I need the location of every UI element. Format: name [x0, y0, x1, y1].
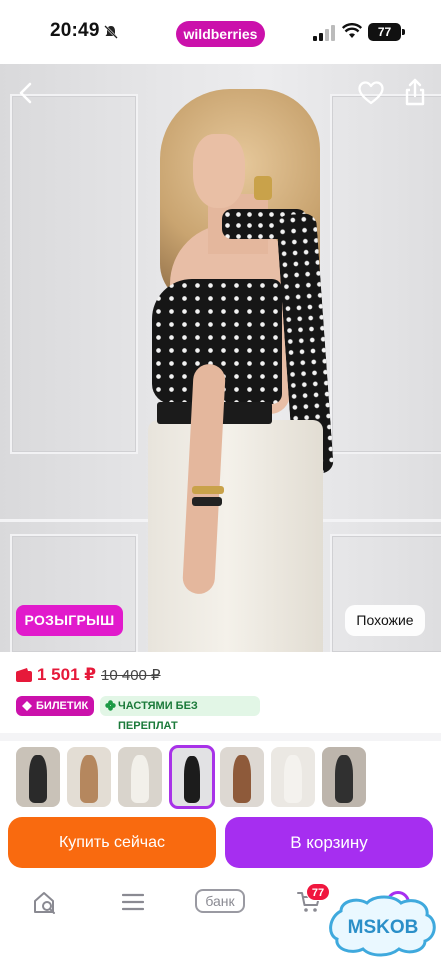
battery-tip — [402, 29, 405, 35]
variant-thumbnail[interactable] — [67, 747, 111, 807]
product-image[interactable]: РОЗЫГРЫШ Похожие — [0, 64, 441, 652]
section-divider — [0, 733, 441, 741]
app-pill[interactable]: wildberries — [176, 21, 265, 47]
variant-figure — [80, 755, 98, 804]
old-price: 10 400 ₽ — [101, 667, 161, 684]
variant-figure — [131, 755, 149, 804]
heart-icon[interactable] — [357, 79, 385, 107]
variant-thumbnail[interactable] — [118, 747, 162, 807]
gold-bracelet — [192, 486, 224, 494]
variant-thumbnail[interactable] — [220, 747, 264, 807]
variant-figure — [335, 755, 353, 804]
back-arrow-icon[interactable] — [14, 80, 40, 106]
installment-tag[interactable]: ЧАСТЯМИ БЕЗ ПЕРЕПЛАТ — [100, 696, 260, 732]
buy-now-button[interactable]: Купить сейчас — [8, 817, 216, 868]
battery-icon: 77 — [368, 23, 401, 41]
model-earring — [254, 176, 272, 200]
catalog-icon[interactable] — [122, 890, 144, 914]
wallet-icon — [16, 668, 32, 682]
signal-icon — [313, 25, 335, 41]
variant-thumbnail-selected[interactable] — [169, 745, 215, 809]
variant-figure — [29, 755, 47, 804]
ticket-icon — [22, 701, 32, 711]
clover-icon — [105, 700, 116, 711]
current-price: 1 501 ₽ — [37, 665, 97, 684]
variant-thumbnail[interactable] — [16, 747, 60, 807]
wall-panel — [10, 94, 138, 454]
watermark-logo: MSKOB — [329, 895, 436, 957]
add-to-cart-button[interactable]: В корзину — [225, 817, 433, 868]
variant-thumbnail[interactable] — [322, 747, 366, 807]
wall-panel — [330, 94, 441, 454]
similar-button[interactable]: Похожие — [345, 605, 425, 636]
wrist-watch — [192, 497, 222, 506]
variant-thumbnail[interactable] — [271, 747, 315, 807]
promo-badge[interactable]: РОЗЫГРЫШ — [16, 605, 123, 636]
status-time: 20:49 — [50, 20, 100, 41]
svg-text:MSKOB: MSKOB — [348, 917, 419, 938]
bank-tab[interactable]: банк — [195, 889, 245, 913]
share-icon[interactable] — [402, 77, 428, 107]
bell-off-icon — [104, 25, 118, 39]
ticket-tag-label: БИЛЕТИК — [36, 700, 89, 712]
white-trousers — [148, 420, 323, 652]
variant-figure — [284, 755, 302, 804]
installment-tag-label: ЧАСТЯМИ БЕЗ ПЕРЕПЛАТ — [118, 700, 198, 732]
variant-figure — [233, 755, 251, 804]
home-search-icon[interactable] — [32, 890, 58, 916]
model-face — [193, 134, 245, 208]
ticket-tag[interactable]: БИЛЕТИК — [16, 696, 94, 716]
variant-figure — [184, 756, 200, 803]
wifi-icon — [342, 23, 362, 38]
status-bar: 20:49 wildberries 77 — [0, 0, 441, 64]
color-variants — [16, 745, 436, 809]
